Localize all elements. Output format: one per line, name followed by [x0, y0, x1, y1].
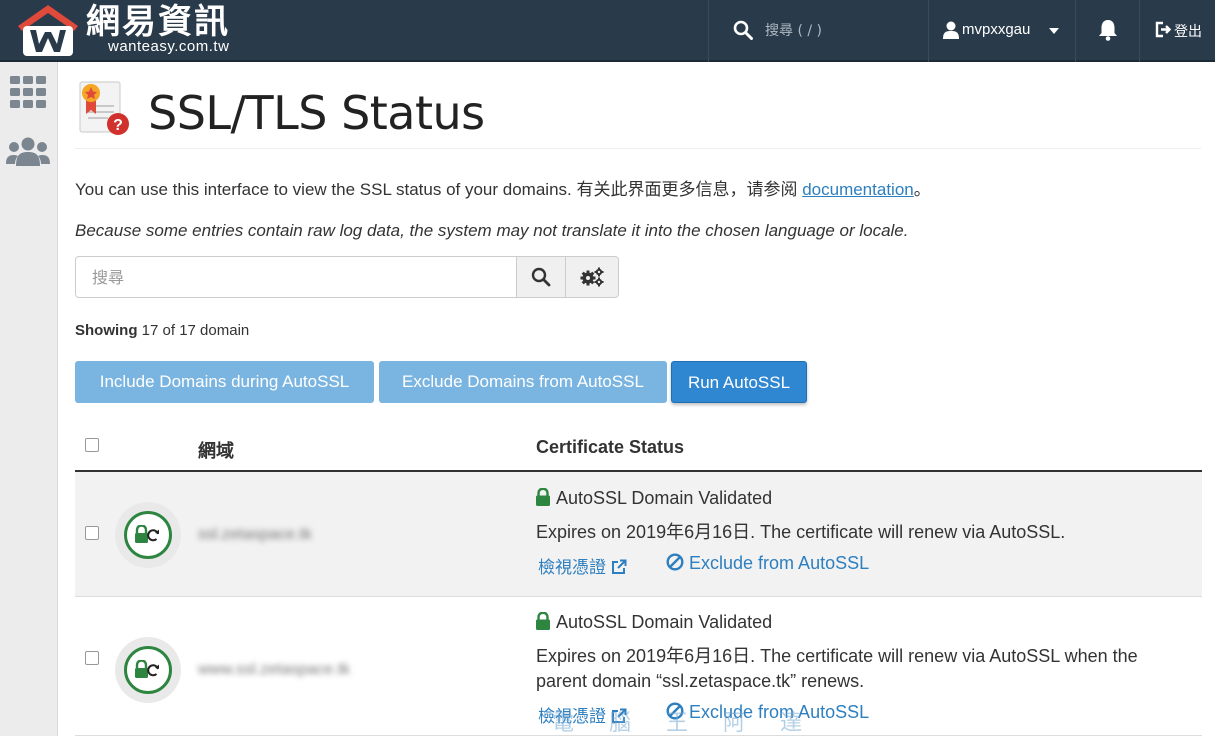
exclude-from-autossl-link[interactable]: Exclude from AutoSSL: [666, 553, 869, 574]
exclude-domains-button[interactable]: Exclude Domains from AutoSSL: [379, 361, 667, 403]
gears-icon: [580, 267, 604, 287]
column-header-domain[interactable]: 網域: [198, 437, 234, 463]
domain-search: [75, 256, 619, 298]
logout-icon: [1155, 21, 1172, 38]
logout-button[interactable]: 登出: [1140, 0, 1215, 62]
view-certificate-link[interactable]: 檢視憑證: [538, 553, 627, 578]
certificate-status: AutoSSL Domain Validated Expires on 2019…: [536, 488, 1176, 579]
domain-name: www.ssl.zetaspace.tk: [198, 661, 351, 678]
search-icon: [531, 267, 551, 287]
locale-note: Because some entries contain raw log dat…: [75, 221, 909, 240]
include-domains-button[interactable]: Include Domains during AutoSSL: [75, 361, 374, 403]
status-text: AutoSSL Domain Validated: [556, 488, 773, 508]
username: mvpxxgau: [962, 21, 1031, 38]
table-row: ssl.zetaspace.tk AutoSSL Domain Validate…: [75, 472, 1202, 597]
select-all-checkbox[interactable]: [85, 438, 99, 452]
status-text: AutoSSL Domain Validated: [556, 612, 773, 632]
documentation-link[interactable]: documentation: [802, 180, 914, 199]
house-logo-icon: [18, 5, 78, 56]
brand-title: 網易資訊: [86, 2, 230, 42]
svg-text:?: ?: [113, 117, 123, 134]
notifications-button[interactable]: [1076, 0, 1139, 62]
intro-text: You can use this interface to view the S…: [75, 180, 931, 199]
domain-name: ssl.zetaspace.tk: [198, 526, 312, 543]
lock-icon: [536, 488, 550, 506]
main-content: ? SSL/TLS Status You can use this interf…: [58, 62, 1215, 736]
table-header: 網域 Certificate Status: [75, 424, 1202, 472]
row-checkbox[interactable]: [85, 651, 99, 665]
ban-icon: [666, 553, 684, 571]
topbar-search-input[interactable]: [765, 18, 915, 44]
lock-renew-icon: [135, 660, 159, 678]
autossl-badge: [115, 637, 181, 703]
topbar-search[interactable]: [709, 0, 928, 62]
sidebar: [0, 62, 58, 736]
search-button[interactable]: [516, 256, 566, 298]
top-bar: 網易資訊 wanteasy.com.tw mvpxxgau 登出: [0, 0, 1215, 62]
logout-label: 登出: [1174, 24, 1202, 40]
brand-logo[interactable]: 網易資訊 wanteasy.com.tw: [16, 2, 246, 58]
user-menu[interactable]: mvpxxgau: [929, 0, 1075, 62]
bell-icon: [1099, 20, 1117, 41]
chevron-down-icon: [1049, 28, 1059, 34]
apps-grid-icon[interactable]: [10, 76, 46, 108]
run-autossl-button[interactable]: Run AutoSSL: [671, 361, 807, 403]
users-group-icon[interactable]: [6, 136, 50, 166]
user-icon: [943, 21, 959, 39]
expiry-text: Expires on 2019年6月16日. The certificate w…: [536, 646, 1138, 691]
lock-renew-icon: [135, 525, 159, 543]
autossl-badge: [115, 502, 181, 568]
search-icon: [733, 20, 753, 40]
column-header-status[interactable]: Certificate Status: [536, 437, 684, 458]
page-title: SSL/TLS Status: [148, 86, 485, 140]
domain-search-input[interactable]: [75, 256, 517, 298]
external-link-icon: [612, 559, 627, 574]
watermark: 電 腦 王 阿 達: [552, 711, 816, 736]
row-checkbox[interactable]: [85, 526, 99, 540]
settings-button[interactable]: [565, 256, 619, 298]
lock-icon: [536, 612, 550, 630]
divider: [75, 148, 1201, 149]
ssl-certificate-icon: ?: [79, 81, 129, 135]
result-count: Showing 17 of 17 domain: [75, 322, 250, 339]
brand-subtitle: wanteasy.com.tw: [108, 38, 230, 55]
expiry-text: Expires on 2019年6月16日. The certificate w…: [536, 522, 1066, 542]
